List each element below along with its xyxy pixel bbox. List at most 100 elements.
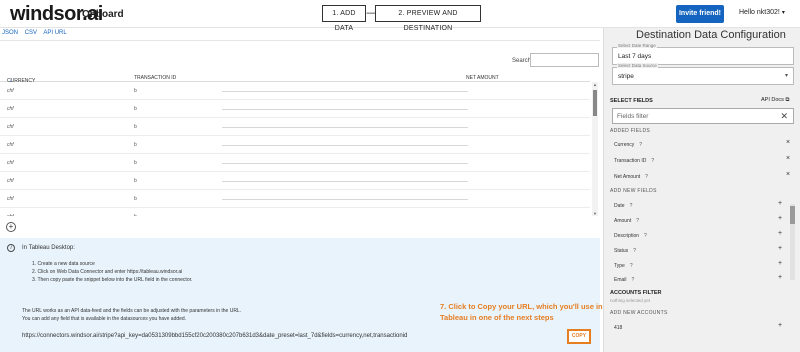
- cell-currency: chf: [7, 88, 14, 94]
- cell-net-amount: [222, 109, 468, 110]
- column-header-transaction-id[interactable]: TRANSACTION ID: [134, 75, 176, 81]
- cell-transaction-id: b: [134, 214, 137, 216]
- cell-net-amount: [222, 127, 468, 128]
- table-row: chf b: [0, 154, 590, 172]
- tableau-instructions-panel: i In Tableau Desktop: 1. Create a new da…: [0, 238, 600, 352]
- api-url-text[interactable]: https://connectors.windsor.ai/stripe?api…: [22, 333, 407, 339]
- step-add-data[interactable]: 1. ADD DATA: [322, 5, 366, 32]
- new-field-item: Description?: [614, 233, 647, 239]
- tabs-divider: [0, 40, 600, 41]
- add-circle-icon[interactable]: +: [6, 222, 16, 232]
- add-account-icon[interactable]: +: [778, 322, 782, 329]
- cell-net-amount: [222, 163, 468, 164]
- remove-field-icon[interactable]: ×: [786, 139, 790, 146]
- user-menu[interactable]: Hello nkt302! ▾: [739, 9, 785, 16]
- table-row: chf b: [0, 100, 590, 118]
- help-icon[interactable]: ?: [636, 218, 639, 224]
- cell-currency: chf: [7, 142, 14, 148]
- destination-config-panel: Destination Data Configuration Select Da…: [603, 28, 800, 352]
- cell-transaction-id: b: [134, 124, 137, 130]
- cell-net-amount: [222, 91, 468, 92]
- cell-transaction-id: b: [134, 196, 137, 202]
- user-greeting: Hello nkt302!: [739, 9, 780, 16]
- top-bar: windsor.ai Onboard 1. ADD DATA ⟶ 2. PREV…: [0, 0, 800, 32]
- cell-currency: chf: [7, 178, 14, 184]
- help-icon[interactable]: ?: [639, 142, 642, 148]
- remove-field-icon[interactable]: ×: [786, 155, 790, 162]
- cell-net-amount: [222, 199, 468, 200]
- fields-filter-placeholder: Fields filter: [617, 113, 649, 120]
- step-preview-destination[interactable]: 2. PREVIEW AND DESTINATION: [375, 5, 481, 32]
- fields-scrollbar[interactable]: [790, 204, 795, 280]
- scrollbar-thumb[interactable]: [593, 90, 597, 116]
- help-icon[interactable]: ?: [630, 203, 633, 209]
- cell-currency: chf: [7, 214, 14, 216]
- column-header-net-amount[interactable]: NET AMOUNT: [466, 75, 499, 81]
- cell-transaction-id: b: [134, 178, 137, 184]
- table-row: chf b: [0, 82, 590, 100]
- invite-friend-button[interactable]: Invite friend!: [676, 5, 724, 23]
- table-header: CURRENCY ↓ TRANSACTION ID NET AMOUNT: [0, 72, 590, 84]
- instruction-step: 2. Click on Web Data Connector and enter…: [32, 269, 183, 275]
- tab-json[interactable]: JSON: [2, 30, 18, 36]
- accounts-empty-text: nothing selected yet: [610, 298, 651, 303]
- cell-transaction-id: b: [134, 88, 137, 94]
- table-row: chf b: [0, 118, 590, 136]
- add-new-fields-heading: ADD NEW FIELDS: [610, 188, 657, 194]
- cell-transaction-id: b: [134, 106, 137, 112]
- new-field-item: Email?: [614, 277, 635, 283]
- table-scrollbar[interactable]: ▲ ▼: [592, 82, 598, 216]
- new-field-item: Amount?: [614, 218, 640, 224]
- added-field-item: Transaction ID?: [614, 158, 655, 164]
- added-field-item: Net Amount?: [614, 174, 648, 180]
- add-field-icon[interactable]: +: [778, 245, 782, 252]
- help-icon[interactable]: ?: [651, 158, 654, 164]
- remove-field-icon[interactable]: ×: [786, 171, 790, 178]
- help-icon[interactable]: ?: [632, 277, 635, 283]
- new-field-item: Type?: [614, 263, 633, 269]
- api-docs-link[interactable]: API Docs ⧉: [761, 97, 789, 104]
- scroll-down-icon[interactable]: ▼: [593, 211, 597, 216]
- help-icon[interactable]: ?: [644, 233, 647, 239]
- help-icon[interactable]: ?: [645, 174, 648, 180]
- cell-currency: chf: [7, 124, 14, 130]
- table-row: chf b: [0, 136, 590, 154]
- add-field-icon[interactable]: +: [778, 260, 782, 267]
- api-url-note: The URL works as an API data-feed and th…: [22, 307, 241, 323]
- tab-csv[interactable]: CSV: [25, 30, 37, 36]
- fields-filter-input[interactable]: Fields filter ✕: [612, 108, 794, 124]
- search-input[interactable]: [530, 53, 599, 67]
- added-fields-heading: ADDED FIELDS: [610, 128, 650, 134]
- instruction-step: 3. Then copy paste the snippet below int…: [32, 277, 193, 283]
- account-item: 418: [614, 325, 623, 331]
- note-line: The URL works as an API data-feed and th…: [22, 308, 242, 314]
- instructions-title: In Tableau Desktop:: [22, 245, 75, 251]
- add-field-icon[interactable]: +: [778, 200, 782, 207]
- data-source-value: stripe: [618, 73, 634, 80]
- cell-currency: chf: [7, 196, 14, 202]
- table-row: chf b: [0, 172, 590, 190]
- scroll-up-icon[interactable]: ▲: [593, 82, 597, 87]
- add-field-icon[interactable]: +: [778, 230, 782, 237]
- cell-currency: chf: [7, 106, 14, 112]
- new-field-item: Date?: [614, 203, 633, 209]
- select-fields-heading: SELECT FIELDS: [610, 98, 653, 104]
- cell-net-amount: [222, 145, 468, 146]
- new-field-item: Status?: [614, 248, 636, 254]
- help-icon[interactable]: ?: [633, 248, 636, 254]
- add-field-icon[interactable]: +: [778, 274, 782, 281]
- clear-icon[interactable]: ✕: [780, 111, 788, 122]
- data-source-select[interactable]: Select Data Source stripe ▾: [612, 63, 794, 85]
- table-row: chf b: [0, 208, 590, 216]
- added-field-item: Currency?: [614, 142, 643, 148]
- date-range-legend: Select Date Range: [617, 43, 657, 48]
- tab-api-url[interactable]: API URL: [43, 30, 66, 36]
- add-field-icon[interactable]: +: [778, 215, 782, 222]
- cell-net-amount: [222, 181, 468, 182]
- instruction-step: 1. Create a new data source: [32, 261, 95, 267]
- help-icon[interactable]: ?: [630, 263, 633, 269]
- scrollbar-thumb[interactable]: [790, 206, 795, 224]
- cell-transaction-id: b: [134, 160, 137, 166]
- cell-transaction-id: b: [134, 142, 137, 148]
- copy-url-button[interactable]: COPY: [567, 329, 591, 344]
